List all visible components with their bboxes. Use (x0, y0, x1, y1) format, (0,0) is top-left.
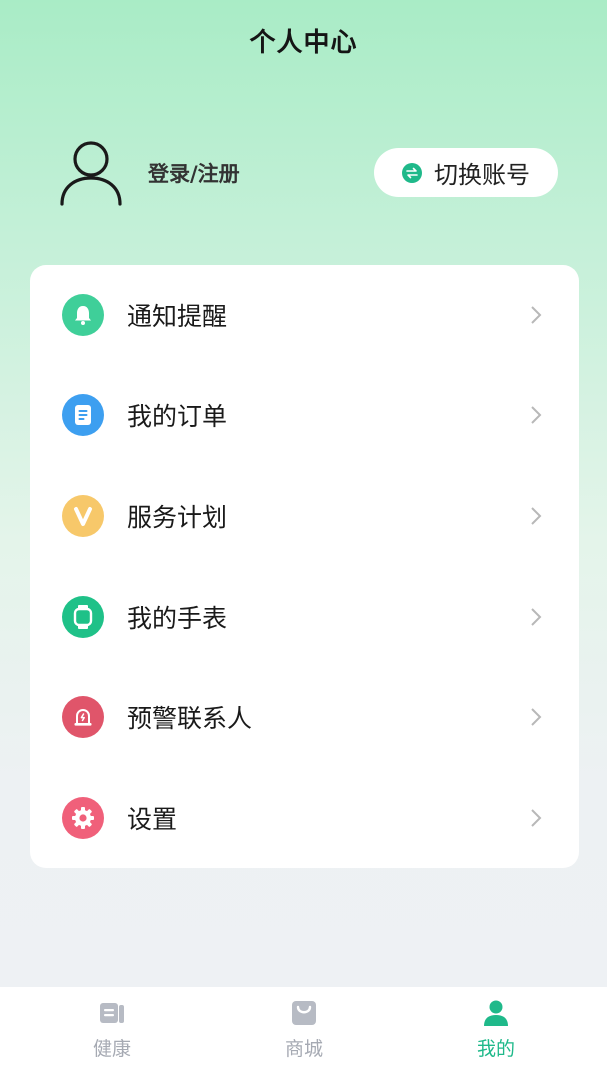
switch-account-button[interactable]: 切换账号 (374, 148, 558, 197)
menu-item-label: 我的订单 (127, 402, 228, 431)
gear-icon (62, 797, 104, 839)
shopping-bag-icon (292, 1001, 316, 1025)
menu-item-service-plan[interactable]: 服务计划 (30, 466, 579, 566)
chevron-right-icon (531, 507, 542, 525)
chevron-right-icon (531, 306, 542, 324)
chevron-right-icon (531, 809, 542, 827)
watch-icon (62, 596, 104, 638)
page-title: 个人中心 (249, 28, 358, 58)
menu-item-label: 预警联系人 (127, 704, 253, 733)
bottom-tab-bar: 健康 商城 我的 (0, 987, 607, 1080)
switch-account-label: 切换账号 (434, 161, 530, 189)
menu-item-label: 设置 (127, 805, 178, 834)
menu-item-my-watch[interactable]: 我的手表 (30, 567, 579, 667)
tab-mall[interactable]: 商城 (203, 987, 405, 1080)
alarm-light-icon (62, 696, 104, 738)
menu-item-label: 通知提醒 (127, 302, 228, 331)
menu-card: 通知提醒 我的订单 服务计划 我的手表 预警联系人 设置 (30, 265, 579, 868)
tab-health[interactable]: 健康 (11, 987, 213, 1080)
tab-mine[interactable]: 我的 (395, 987, 597, 1080)
tab-label: 商城 (284, 1038, 323, 1060)
bell-icon (62, 294, 104, 336)
profile-login-area[interactable]: 登录/注册 (58, 138, 240, 208)
chevron-right-icon (531, 708, 542, 726)
login-register-link[interactable]: 登录/注册 (148, 158, 240, 188)
menu-item-emergency-contacts[interactable]: 预警联系人 (30, 667, 579, 767)
menu-item-label: 我的手表 (127, 604, 228, 633)
menu-item-notifications[interactable]: 通知提醒 (30, 265, 579, 365)
chevron-right-icon (531, 406, 542, 424)
menu-item-settings[interactable]: 设置 (30, 768, 579, 868)
tab-label: 我的 (476, 1038, 515, 1060)
menu-item-label: 服务计划 (127, 503, 228, 532)
tab-label: 健康 (92, 1038, 131, 1060)
person-icon (484, 1000, 508, 1026)
switch-arrows-icon (402, 162, 422, 183)
health-news-icon (100, 1003, 124, 1023)
menu-item-orders[interactable]: 我的订单 (30, 365, 579, 465)
avatar-icon[interactable] (58, 138, 124, 208)
order-document-icon (62, 394, 104, 436)
vip-v-icon (62, 495, 104, 537)
chevron-right-icon (531, 608, 542, 626)
